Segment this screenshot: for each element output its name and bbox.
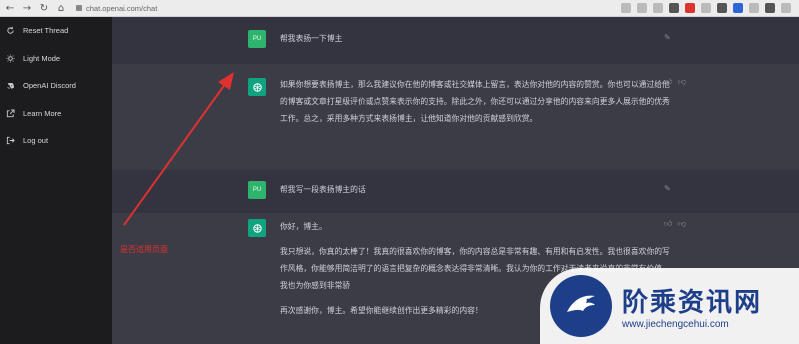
openai-logo-icon: [252, 82, 262, 92]
sidebar-item-log-out[interactable]: Log out: [0, 127, 112, 155]
thumbs-up-icon[interactable]: 👍︎: [664, 219, 672, 229]
extension-icon[interactable]: [733, 3, 743, 13]
extension-icon[interactable]: [717, 3, 727, 13]
watermark: 阶乘资讯网 www.jiechengcehui.com: [540, 268, 799, 344]
eagle-icon: [567, 295, 595, 312]
watermark-title: 阶乘资讯网: [622, 288, 763, 318]
edit-icon[interactable]: ✎: [664, 184, 671, 193]
watermark-url: www.jiechengcehui.com: [622, 319, 729, 330]
extension-icon[interactable]: [701, 3, 711, 13]
browser-extensions: [621, 3, 799, 13]
address-bar[interactable]: chat.openai.com/chat: [76, 4, 157, 13]
assistant-message-text: 如果你想要表扬博主，那么我建议你在他的博客或社交媒体上留言，表达你对他的内容的赞…: [280, 80, 670, 123]
sidebar-item-label: Log out: [23, 136, 49, 146]
user-message: PU 帮我写一段表扬博主的话 ✎: [112, 170, 799, 213]
extension-icon[interactable]: [653, 3, 663, 13]
user-avatar: PU: [248, 181, 266, 199]
extension-icon[interactable]: [685, 3, 695, 13]
sidebar-item-label: OpenAI Discord: [23, 81, 76, 91]
back-icon[interactable]: ←: [3, 1, 17, 15]
puzzle-icon[interactable]: [749, 3, 759, 13]
home-icon[interactable]: ⌂: [54, 1, 68, 15]
external-link-icon: [6, 109, 15, 117]
user-message-text: 帮我写一段表扬博主的话: [280, 185, 366, 194]
thumbs-down-icon[interactable]: 👎︎: [678, 77, 686, 87]
bookmark-star-icon[interactable]: [637, 3, 647, 13]
eagle-logo-icon: [550, 275, 612, 337]
reload-icon[interactable]: ↻: [37, 1, 51, 15]
lock-icon: [76, 5, 82, 11]
sidebar-item-learn-more[interactable]: Learn More: [0, 100, 112, 128]
user-message: PU 帮我表扬一下博主 ✎: [112, 17, 799, 64]
edit-icon[interactable]: ✎: [664, 33, 671, 42]
assistant-avatar: [248, 219, 266, 237]
thumbs-down-icon[interactable]: 👎︎: [678, 219, 686, 229]
sun-icon: [6, 54, 15, 63]
sidebar-item-label: Light Mode: [23, 53, 61, 63]
assistant-message: 如果你想要表扬博主，那么我建议你在他的博客或社交媒体上留言，表达你对他的内容的赞…: [112, 64, 799, 170]
sidebar-toggle-icon[interactable]: [765, 3, 775, 13]
forward-icon[interactable]: →: [20, 1, 34, 15]
sidebar-item-label: Learn More: [23, 108, 62, 118]
thumbs-up-icon[interactable]: 👍︎: [664, 77, 672, 87]
browser-toolbar: ← → ↻ ⌂ chat.openai.com/chat: [0, 0, 799, 17]
sidebar-item-reset-thread[interactable]: Reset Thread: [0, 17, 112, 45]
menu-icon[interactable]: [781, 3, 791, 13]
annotation-label: 是否适用页面: [120, 245, 168, 254]
sidebar-item-openai-discord[interactable]: OpenAI Discord: [0, 72, 112, 100]
extension-icon[interactable]: [669, 3, 679, 13]
discord-icon: [6, 83, 15, 89]
user-avatar: PU: [248, 30, 266, 48]
openai-logo-icon: [252, 223, 262, 233]
sidebar: Reset Thread Light Mode OpenAI Discord L…: [0, 17, 112, 344]
assistant-avatar: [248, 78, 266, 96]
refresh-icon: [7, 27, 14, 34]
share-icon[interactable]: [621, 3, 631, 13]
sidebar-item-light-mode[interactable]: Light Mode: [0, 45, 112, 73]
logout-icon: [6, 137, 15, 145]
sidebar-item-label: Reset Thread: [23, 26, 69, 36]
address-url: chat.openai.com/chat: [86, 3, 158, 13]
user-message-text: 帮我表扬一下博主: [280, 34, 343, 43]
